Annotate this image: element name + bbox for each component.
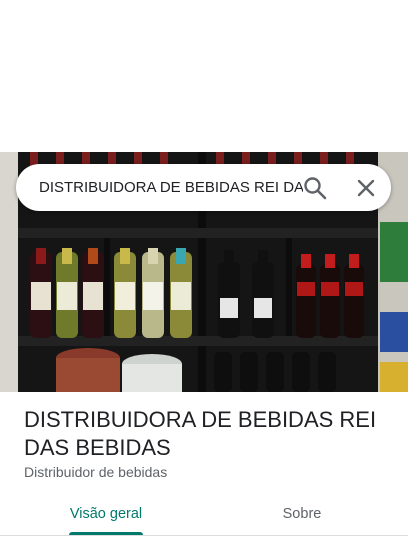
tabs-divider	[0, 535, 408, 536]
place-category[interactable]: Distribuidor de bebidas	[24, 464, 167, 480]
search-input[interactable]: DISTRIBUIDORA DE BEBIDAS REI DA	[39, 164, 303, 211]
place-title: DISTRIBUIDORA DE BEBIDAS REI DAS BEBIDAS	[24, 407, 377, 460]
close-icon[interactable]	[354, 176, 378, 200]
search-bar[interactable]: DISTRIBUIDORA DE BEBIDAS REI DA	[16, 164, 391, 211]
tab-overview[interactable]: Visão geral	[56, 494, 156, 535]
search-icon[interactable]	[302, 175, 328, 201]
tab-bar: Visão geral Sobre	[0, 494, 408, 538]
tab-about[interactable]: Sobre	[252, 494, 352, 535]
top-blank-area	[0, 0, 408, 152]
